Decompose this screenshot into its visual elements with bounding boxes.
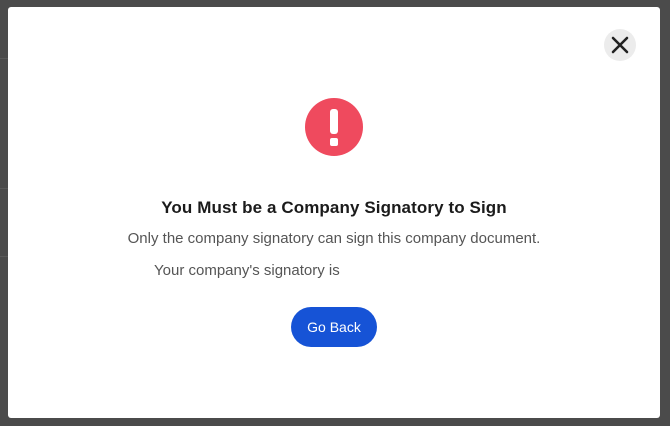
modal-message: Only the company signatory can sign this… [127,230,541,247]
go-back-button[interactable]: Go Back [291,307,377,347]
alert-exclamation-icon [305,98,363,156]
close-button[interactable] [604,29,636,61]
close-icon [611,36,629,54]
signatory-label: Your company's signatory is [154,262,340,279]
signatory-modal: You Must be a Company Signatory to Sign … [8,7,660,418]
modal-title: You Must be a Company Signatory to Sign [161,198,507,217]
